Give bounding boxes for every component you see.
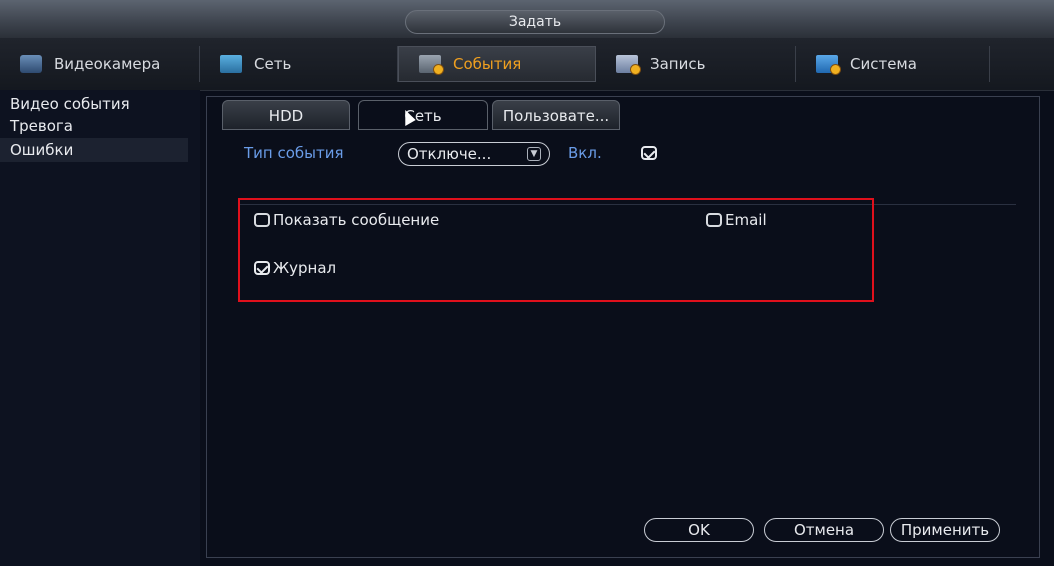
tab-camera[interactable]: Видеокамера <box>0 46 200 82</box>
tab-events[interactable]: События <box>398 46 596 82</box>
chevron-down-icon: ▼ <box>527 147 541 161</box>
camera-icon <box>20 55 42 73</box>
sidebar: Видео события Тревога Ошибки <box>0 90 200 566</box>
subtab-user[interactable]: Пользовате... <box>492 100 620 130</box>
tab-system[interactable]: Система <box>796 46 990 82</box>
window-title: Задать <box>405 10 665 34</box>
subtab-hdd[interactable]: HDD <box>222 100 350 130</box>
enable-label: Вкл. <box>568 144 602 162</box>
show-message-label: Показать сообщение <box>273 211 440 229</box>
log-checkbox[interactable] <box>254 261 270 275</box>
system-icon <box>816 55 841 75</box>
network-icon <box>220 55 242 73</box>
log-label: Журнал <box>273 259 337 277</box>
tab-events-label: События <box>453 55 522 73</box>
sidebar-item-video-events[interactable]: Видео события <box>0 92 188 116</box>
ok-button[interactable]: OK <box>644 518 754 542</box>
sidebar-item-alarm[interactable]: Тревога <box>0 114 188 138</box>
show-message-checkbox[interactable] <box>254 213 270 227</box>
event-type-label: Тип события <box>244 144 344 162</box>
content-panel <box>206 96 1040 558</box>
tab-record[interactable]: Запись <box>596 46 796 82</box>
enable-checkbox[interactable] <box>641 146 657 160</box>
sidebar-item-errors[interactable]: Ошибки <box>0 138 188 162</box>
tab-system-label: Система <box>850 55 917 73</box>
apply-button[interactable]: Применить <box>890 518 1000 542</box>
subtab-network[interactable]: Сеть <box>358 100 488 130</box>
events-icon <box>419 55 444 75</box>
tab-camera-label: Видеокамера <box>54 55 161 73</box>
tab-record-label: Запись <box>650 55 706 73</box>
title-bar: Задать <box>0 0 1054 38</box>
tab-network[interactable]: Сеть <box>200 46 398 82</box>
main-tab-bar: Видеокамера Сеть События Запись Система <box>0 38 1054 91</box>
cancel-button[interactable]: Отмена <box>764 518 884 542</box>
email-label: Email <box>725 211 767 229</box>
event-type-dropdown[interactable]: Отключе... ▼ <box>398 142 550 166</box>
tab-network-label: Сеть <box>254 55 292 73</box>
email-checkbox[interactable] <box>706 213 722 227</box>
record-icon <box>616 55 641 75</box>
event-type-value: Отключе... <box>407 145 492 163</box>
